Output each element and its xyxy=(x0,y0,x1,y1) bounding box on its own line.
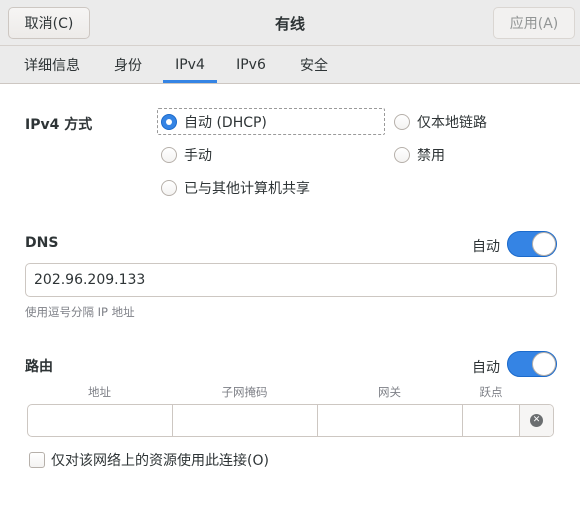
route-gateway-input[interactable] xyxy=(318,405,463,436)
radio-unchecked-icon xyxy=(161,180,177,196)
radio-manual-label: 手动 xyxy=(184,148,212,164)
header-bar: 取消(C) 有线 应用(A) xyxy=(0,0,580,46)
only-local-resources-checkbox[interactable]: 仅对该网络上的资源使用此连接(O) xyxy=(29,450,269,470)
delete-route-button[interactable]: ✕ xyxy=(520,405,553,436)
dns-servers-input[interactable]: 202.96.209.133 xyxy=(25,263,557,297)
column-header-gateway: 网关 xyxy=(378,385,401,399)
column-header-netmask: 子网掩码 xyxy=(221,385,268,399)
radio-unchecked-icon xyxy=(161,147,177,163)
routes-auto-switch[interactable] xyxy=(507,351,557,377)
radio-unchecked-icon xyxy=(394,114,410,130)
radio-manual[interactable]: 手动 xyxy=(161,143,212,167)
tab-details[interactable]: 详细信息 xyxy=(12,46,92,84)
apply-button[interactable]: 应用(A) xyxy=(493,7,575,39)
radio-unchecked-icon xyxy=(394,147,410,163)
checkbox-unchecked-icon xyxy=(29,452,45,468)
radio-disabled-label: 禁用 xyxy=(417,148,445,164)
dns-auto-label: 自动 xyxy=(472,239,500,255)
radio-disabled[interactable]: 禁用 xyxy=(394,143,445,167)
cancel-button[interactable]: 取消(C) xyxy=(8,7,90,39)
delete-icon: ✕ xyxy=(530,414,543,427)
tab-ipv4[interactable]: IPv4 xyxy=(163,46,217,83)
ipv4-method-label: IPv4 方式 xyxy=(25,117,93,133)
radio-checked-icon xyxy=(161,114,177,130)
radio-shared-label: 已与其他计算机共享 xyxy=(184,181,310,197)
radio-auto-dhcp[interactable]: 自动 (DHCP) xyxy=(161,110,267,134)
routes-label: 路由 xyxy=(25,359,53,375)
radio-auto-dhcp-label: 自动 (DHCP) xyxy=(184,115,267,131)
switch-knob xyxy=(532,232,556,256)
route-row: ✕ xyxy=(27,404,554,437)
tab-bar: 详细信息 身份 IPv4 IPv6 安全 xyxy=(0,46,580,84)
routes-auto-label: 自动 xyxy=(472,360,500,376)
column-header-metric: 跃点 xyxy=(479,385,503,399)
switch-knob xyxy=(532,352,556,376)
tab-ipv6[interactable]: IPv6 xyxy=(226,46,276,84)
dns-label: DNS xyxy=(25,235,59,251)
route-metric-input[interactable] xyxy=(463,405,520,436)
column-header-address: 地址 xyxy=(88,385,111,399)
route-netmask-input[interactable] xyxy=(173,405,318,436)
tab-identity[interactable]: 身份 xyxy=(103,46,153,84)
radio-link-local[interactable]: 仅本地链路 xyxy=(394,110,487,134)
only-local-resources-label: 仅对该网络上的资源使用此连接(O) xyxy=(51,453,269,469)
dns-auto-switch[interactable] xyxy=(507,231,557,257)
radio-link-local-label: 仅本地链路 xyxy=(417,115,487,131)
route-address-input[interactable] xyxy=(28,405,173,436)
dns-hint: 使用逗号分隔 IP 地址 xyxy=(25,305,135,319)
radio-shared[interactable]: 已与其他计算机共享 xyxy=(161,176,310,200)
tab-security[interactable]: 安全 xyxy=(288,46,340,84)
connection-settings-dialog: 取消(C) 有线 应用(A) 详细信息 身份 IPv4 IPv6 安全 IPv4… xyxy=(0,0,580,532)
